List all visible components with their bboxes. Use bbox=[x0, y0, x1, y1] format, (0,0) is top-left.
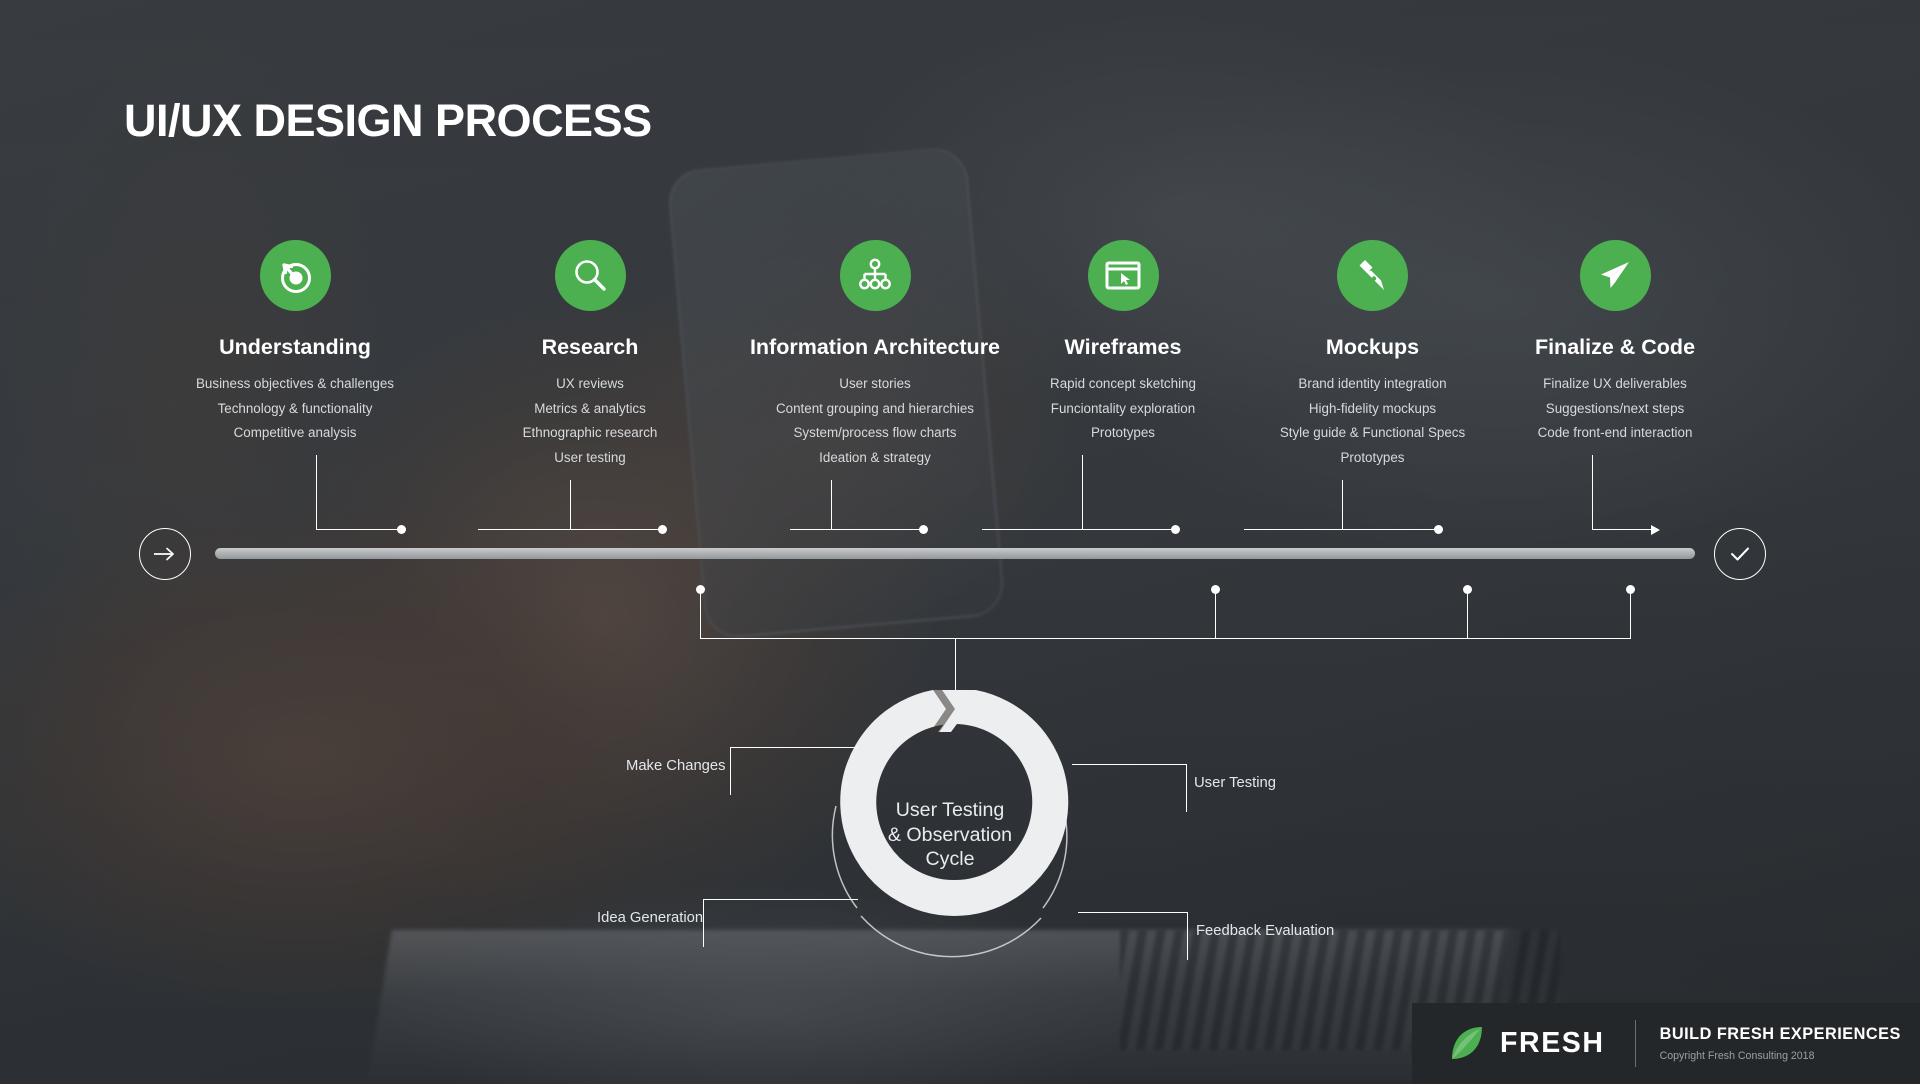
process-steps: Understanding Business objectives & chal… bbox=[0, 240, 1920, 470]
connector-vertical bbox=[1215, 589, 1217, 639]
sitemap-icon bbox=[839, 240, 911, 311]
cycle-label-user-testing: User Testing bbox=[1194, 775, 1276, 791]
pen-nib-icon bbox=[1337, 240, 1408, 311]
cycle-connector bbox=[1187, 912, 1189, 960]
step-item: Prototypes bbox=[1340, 449, 1405, 465]
step-item: User testing bbox=[554, 449, 626, 465]
paper-plane-icon bbox=[1579, 240, 1651, 311]
cycle-line-3: Cycle bbox=[925, 848, 975, 870]
step-items: Business objectives & challenges Technol… bbox=[135, 372, 455, 446]
connector-dot bbox=[1171, 525, 1180, 534]
cycle-connector bbox=[1078, 912, 1188, 914]
step-item: Technology & functionality bbox=[217, 400, 373, 416]
cycle-connector bbox=[730, 747, 858, 749]
cycle-label-feedback-evaluation: Feedback Evaluation bbox=[1196, 923, 1335, 939]
check-icon bbox=[1731, 547, 1749, 561]
connector-dot bbox=[658, 525, 667, 534]
slide-canvas: UI/UX DESIGN PROCESS Understanding Busin… bbox=[0, 0, 1920, 1084]
connector-dot bbox=[1434, 525, 1443, 534]
connector-horizontal bbox=[790, 529, 924, 531]
connector-dot bbox=[919, 525, 928, 534]
cycle-connector bbox=[703, 899, 705, 947]
user-testing-cycle: User Testing & Observation Cycle bbox=[805, 684, 1095, 990]
step-items: Finalize UX deliverables Suggestions/nex… bbox=[1450, 372, 1780, 446]
cycle-center-text: User Testing & Observation Cycle bbox=[805, 798, 1095, 872]
timeline-end[interactable] bbox=[1714, 528, 1766, 580]
browser-cursor-icon bbox=[1087, 240, 1159, 311]
cycle-connector bbox=[1072, 764, 1187, 766]
connector-horizontal bbox=[478, 529, 662, 531]
connector-vertical bbox=[831, 480, 833, 530]
magnifier-icon bbox=[554, 240, 626, 311]
connector-vertical bbox=[1082, 455, 1084, 530]
connector-vertical bbox=[1592, 455, 1594, 530]
connector-horizontal bbox=[982, 529, 1174, 531]
connector-vertical bbox=[1467, 589, 1469, 639]
connector-horizontal bbox=[316, 529, 401, 531]
step-item: Competitive analysis bbox=[233, 425, 357, 441]
connector-vertical bbox=[1630, 589, 1632, 639]
cycle-connector bbox=[703, 899, 858, 901]
leaf-icon bbox=[1452, 1026, 1482, 1059]
footer-divider bbox=[1634, 1020, 1636, 1067]
step-understanding[interactable]: Understanding Business objectives & chal… bbox=[135, 240, 455, 446]
cycle-line-2: & Observation bbox=[887, 823, 1013, 846]
step-item: Ethnographic research bbox=[522, 425, 658, 441]
cycle-line-1: User Testing bbox=[895, 799, 1005, 821]
cycle-connector bbox=[730, 747, 732, 795]
page-title: UI/UX DESIGN PROCESS bbox=[124, 95, 652, 146]
step-items: UX reviews Metrics & analytics Ethnograp… bbox=[450, 372, 730, 470]
arrow-right-icon bbox=[154, 547, 174, 561]
cycle-label-idea-generation: Idea Generation bbox=[597, 910, 704, 926]
connector-horizontal bbox=[1592, 529, 1653, 531]
step-item: Code front-end interaction bbox=[1537, 425, 1693, 441]
footer-copyright: Copyright Fresh Consulting 2018 bbox=[1659, 1050, 1815, 1062]
connector-arrowhead bbox=[1651, 525, 1660, 535]
step-item: Metrics & analytics bbox=[534, 400, 646, 416]
step-title: Understanding bbox=[219, 335, 371, 359]
connector-horizontal bbox=[700, 638, 1630, 640]
step-research[interactable]: Research UX reviews Metrics & analytics … bbox=[450, 240, 730, 470]
step-item: Finalize UX deliverables bbox=[1543, 376, 1687, 391]
connector-vertical bbox=[316, 455, 318, 530]
connector-vertical bbox=[700, 589, 702, 639]
step-item: UX reviews bbox=[556, 376, 624, 391]
step-title: Research bbox=[541, 335, 639, 359]
connector-vertical bbox=[1342, 480, 1344, 530]
step-finalize-code[interactable]: Finalize & Code Finalize UX deliverables… bbox=[1450, 240, 1780, 446]
target-arrow-icon bbox=[259, 240, 331, 311]
cycle-connector bbox=[1186, 764, 1188, 812]
connector-dot bbox=[397, 525, 406, 534]
timeline-start[interactable] bbox=[139, 528, 191, 580]
connector-horizontal bbox=[1244, 529, 1438, 531]
cycle-label-make-changes: Make Changes bbox=[626, 758, 726, 774]
step-item: Suggestions/next steps bbox=[1545, 400, 1685, 416]
timeline-bar bbox=[215, 548, 1695, 559]
footer-tagline: BUILD FRESH EXPERIENCES bbox=[1659, 1025, 1901, 1043]
brand-name: FRESH bbox=[1500, 1027, 1605, 1059]
step-title: Finalize & Code bbox=[1534, 335, 1696, 359]
connector-vertical bbox=[570, 480, 572, 530]
step-item: Business objectives & challenges bbox=[196, 376, 394, 391]
step-item: Ideation & strategy bbox=[819, 449, 931, 465]
footer-brand-bar: FRESH BUILD FRESH EXPERIENCES Copyright … bbox=[1412, 1003, 1920, 1084]
